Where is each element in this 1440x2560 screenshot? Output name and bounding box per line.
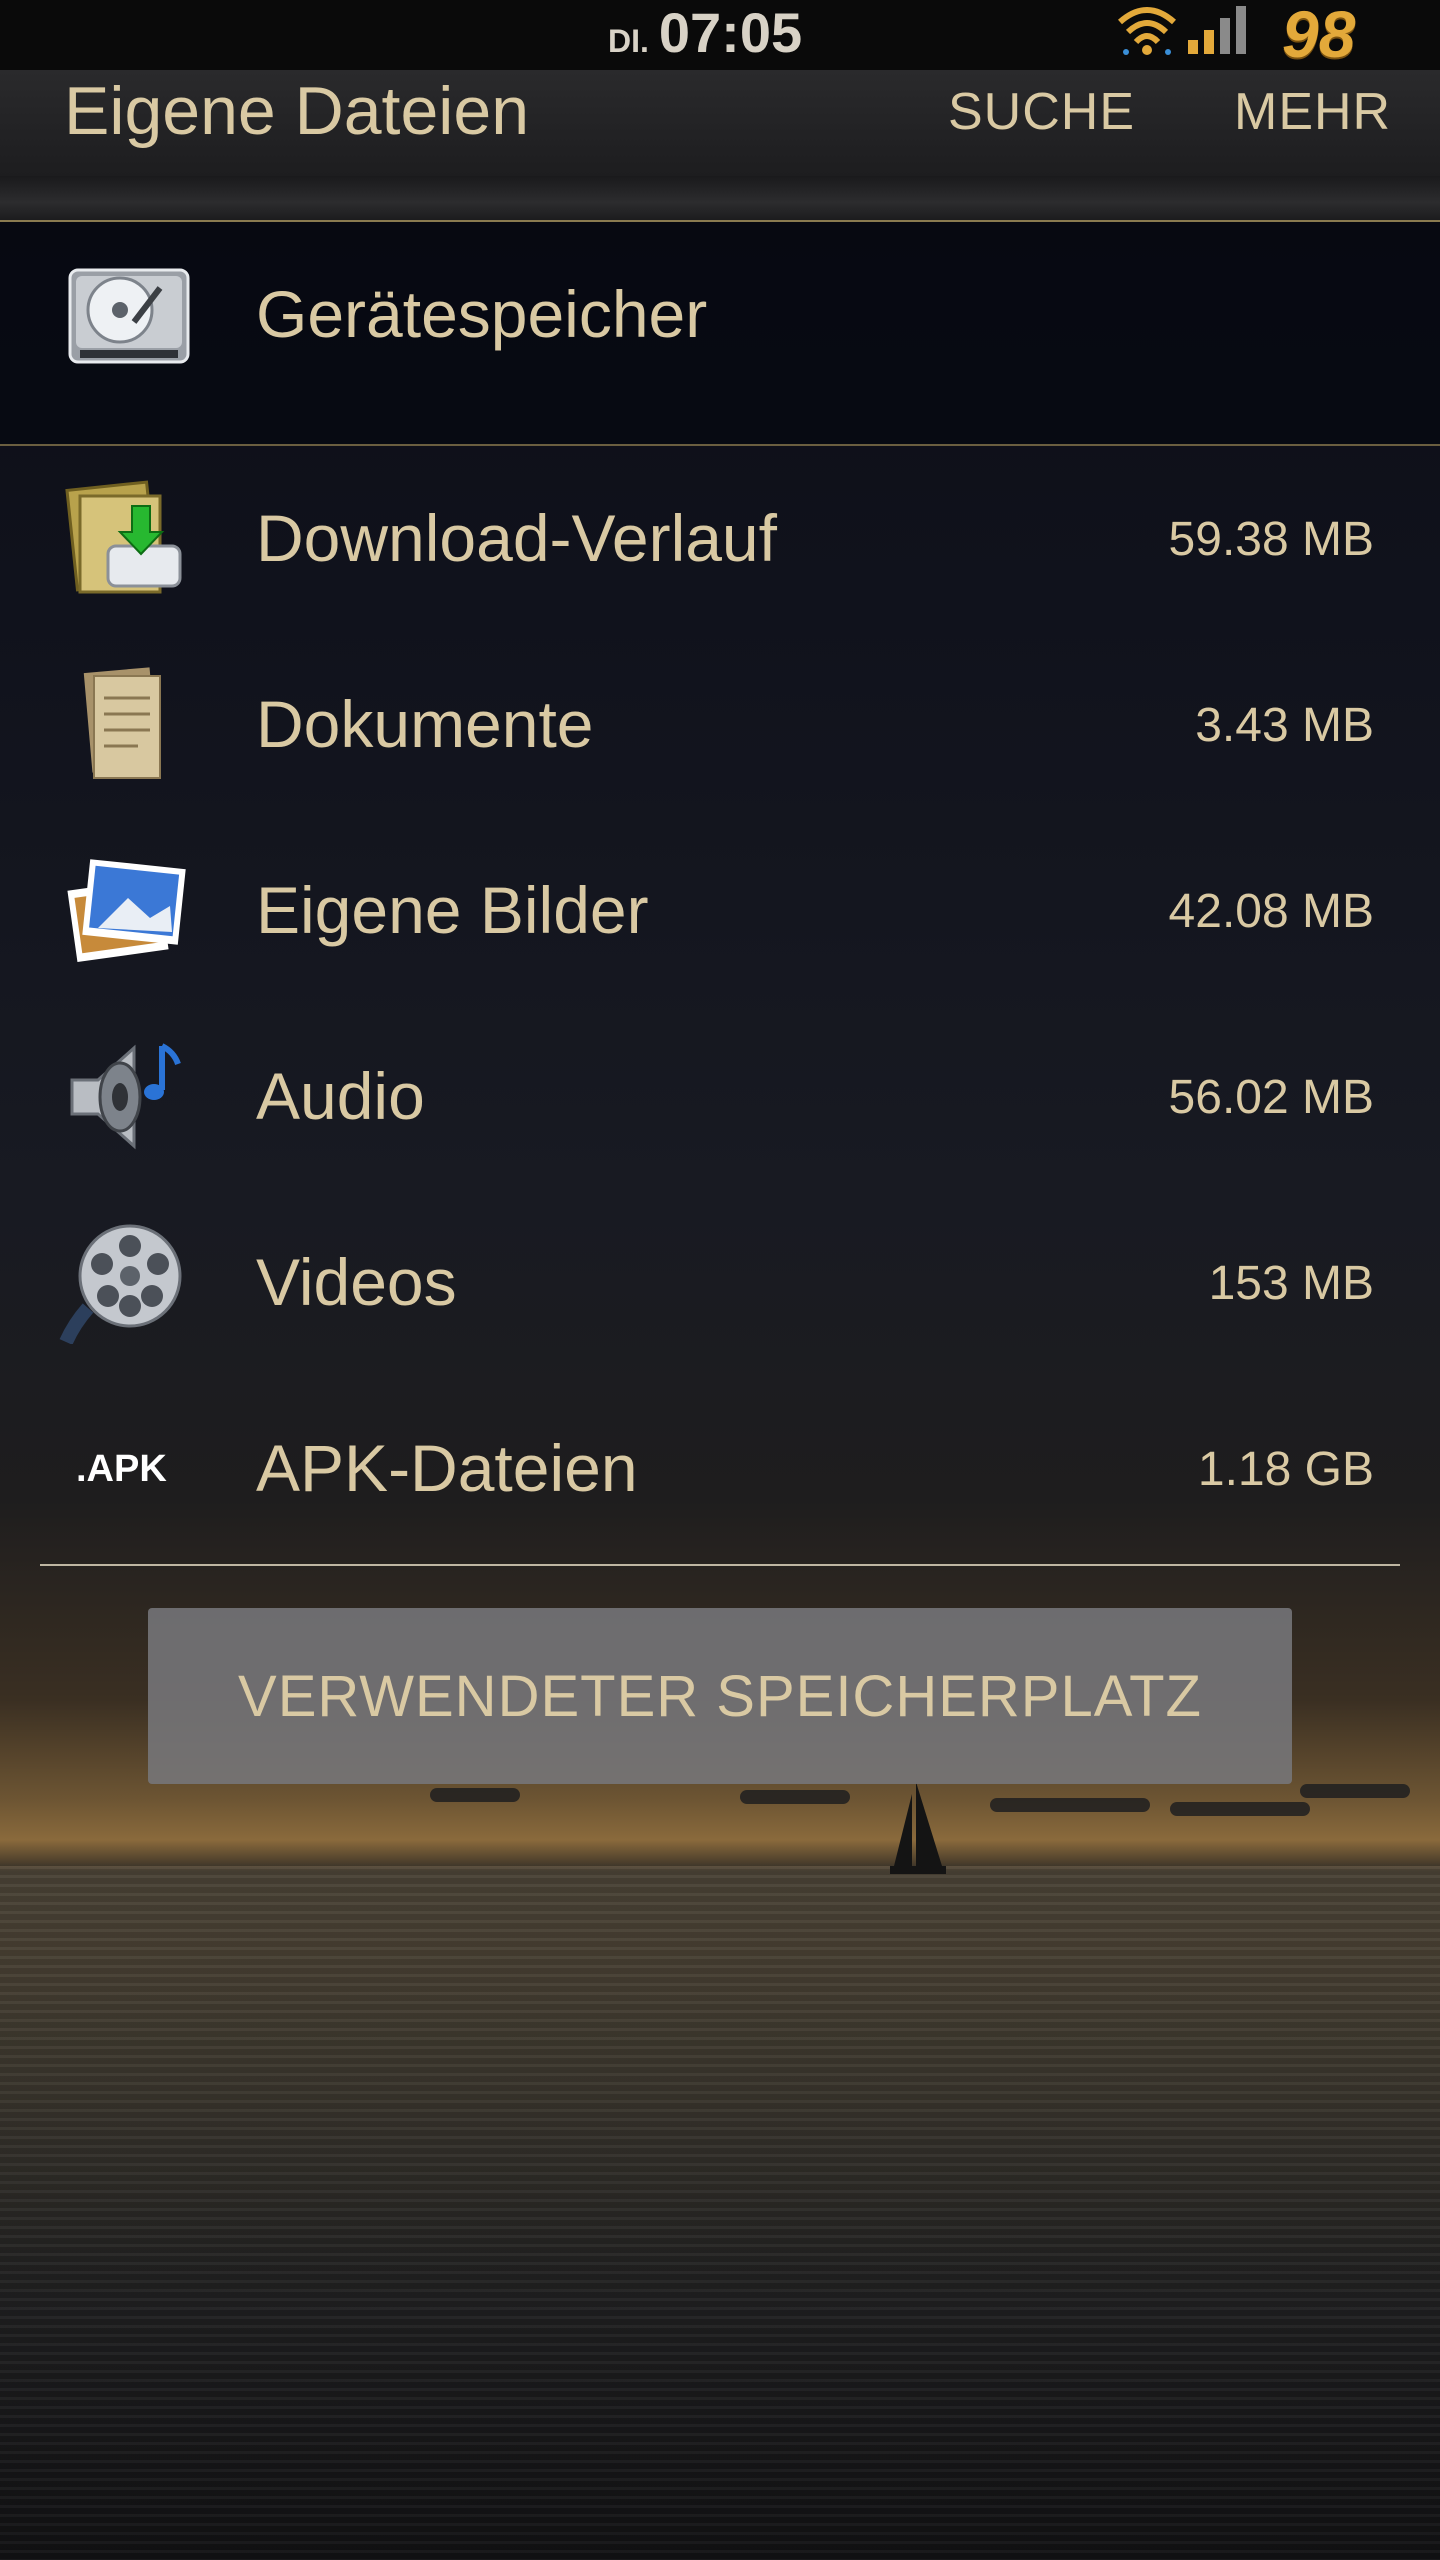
list-item[interactable]: Videos 153 MB [0,1190,1440,1376]
status-time: 07:05 [658,1,803,64]
list-item[interactable]: Dokumente 3.43 MB [0,632,1440,818]
hard-drive-icon [68,268,190,364]
list-item[interactable]: .APK APK-Dateien 1.18 GB [0,1376,1440,1562]
speaker-music-icon [70,1043,181,1150]
action-bar: Eigene Dateien SUCHE MEHR [0,70,1440,178]
device-storage-label: Gerätespeicher [256,277,708,351]
list-item[interactable]: Eigene Bilder 42.08 MB [0,818,1440,1004]
list-item-label: Download-Verlauf [256,501,777,575]
sailboat-silhouette [890,1782,946,1874]
list-item-label: Audio [256,1059,425,1133]
document-icon [83,667,161,779]
signal-icon [1188,6,1246,54]
status-day: DI. [608,23,649,59]
list-item-label: Dokumente [256,687,594,761]
wallpaper-sea [0,1866,1440,2560]
list-item[interactable]: Download-Verlauf 59.38 MB [0,446,1440,632]
wallpaper-clouds [0,1778,1440,1838]
wifi-icon [1118,7,1176,55]
list-item-size: 59.38 MB [1168,513,1374,566]
film-reel-icon [59,1224,182,1344]
list-item-size: 3.43 MB [1195,699,1374,752]
battery-level: 98 [1282,0,1356,71]
status-bar: DI. 07:05 98 [0,0,1440,71]
list-item-size: 153 MB [1208,1257,1374,1310]
status-clock: DI. 07:05 [608,0,802,64]
list-item-label: Videos [256,1245,457,1319]
list-item-size: 56.02 MB [1168,1071,1374,1124]
list-item-size: 42.08 MB [1168,885,1374,938]
device-storage-item[interactable]: Gerätespeicher [0,222,1440,446]
more-button[interactable]: MEHR [1234,82,1391,142]
path-bar [0,176,1440,222]
list-item-label: Eigene Bilder [256,873,649,947]
apk-icon: .APK [58,1406,188,1530]
list-item-size: 1.18 GB [1197,1443,1374,1496]
used-storage-button[interactable]: VERWENDETER SPEICHERPLATZ [148,1608,1292,1784]
list-item[interactable]: Audio 56.02 MB [0,1004,1440,1190]
list-divider [40,1564,1400,1566]
search-button[interactable]: SUCHE [948,82,1135,142]
apk-icon-text: .APK [76,1448,167,1490]
download-folder-icon [65,480,182,594]
photos-icon [67,859,186,963]
page-title: Eigene Dateien [64,73,530,149]
list-item-label: APK-Dateien [256,1431,638,1505]
